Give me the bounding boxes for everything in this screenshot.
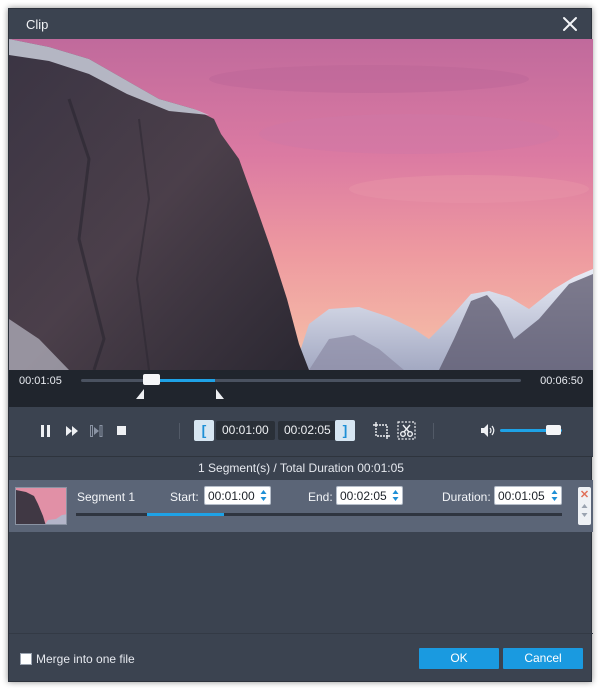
start-label: Start: <box>170 490 199 504</box>
segment-start-input[interactable]: 00:01:00 <box>204 486 271 505</box>
close-icon[interactable] <box>561 15 579 33</box>
dialog-title: Clip <box>26 17 49 32</box>
start-time-display: 00:01:00 <box>216 421 275 440</box>
separator <box>433 423 434 439</box>
remove-segment-icon[interactable] <box>580 490 589 498</box>
move-down-icon[interactable] <box>581 513 588 517</box>
fast-forward-icon[interactable] <box>66 424 79 438</box>
set-start-icon[interactable]: [ <box>194 420 214 441</box>
next-frame-icon[interactable] <box>90 424 103 438</box>
clip-dialog: Clip 00:01:05 00:06:50 [00:01:00 00:02:… <box>8 8 593 682</box>
end-marker-icon[interactable] <box>214 389 225 399</box>
stop-icon[interactable] <box>116 425 127 436</box>
pause-icon[interactable] <box>40 424 52 438</box>
divider <box>9 456 593 457</box>
cancel-button[interactable]: Cancel <box>503 648 583 669</box>
playhead[interactable] <box>142 374 160 385</box>
segment-name: Segment 1 <box>77 490 136 504</box>
segment-row[interactable]: Segment 1 Start: 00:01:00 End: 00:02:05 … <box>9 480 593 532</box>
segment-end-input[interactable]: 00:02:05 <box>336 486 403 505</box>
total-time: 00:06:50 <box>540 375 583 387</box>
merge-checkbox[interactable] <box>20 653 32 665</box>
segments-summary: 1 Segment(s) / Total Duration 00:01:05 <box>198 461 404 475</box>
set-end-icon[interactable]: ] <box>335 420 355 441</box>
move-up-icon[interactable] <box>581 504 588 508</box>
spinner-icon[interactable] <box>392 489 399 502</box>
title-bar: Clip <box>9 9 591 39</box>
merge-label: Merge into one file <box>36 652 135 666</box>
scissors-icon[interactable] <box>397 421 416 440</box>
spinner-icon[interactable] <box>551 489 558 502</box>
playback-controls: [ 00:01:00 00:02:05 ] <box>9 407 593 456</box>
duration-label: Duration: <box>442 490 491 504</box>
timeline: 00:01:05 00:06:50 <box>9 370 593 407</box>
footer-divider <box>9 633 593 634</box>
segment-duration-input[interactable]: 00:01:05 <box>494 486 562 505</box>
current-time: 00:01:05 <box>19 375 62 387</box>
segment-thumbnail <box>15 487 67 525</box>
end-label: End: <box>308 490 333 504</box>
segment-side-controls <box>578 487 591 525</box>
timeline-track[interactable] <box>81 374 521 385</box>
separator <box>179 423 180 439</box>
segment-range-bar[interactable] <box>76 513 562 516</box>
end-time-display: 00:02:05 <box>278 421 337 440</box>
landscape-image <box>9 39 593 370</box>
start-marker-icon[interactable] <box>136 389 146 399</box>
crop-icon[interactable] <box>373 422 390 439</box>
volume-knob[interactable] <box>545 425 561 435</box>
video-preview <box>9 39 593 370</box>
segment-range-selection <box>146 513 225 516</box>
spinner-icon[interactable] <box>260 489 267 502</box>
ok-button[interactable]: OK <box>419 648 499 669</box>
volume-icon[interactable] <box>480 423 496 438</box>
